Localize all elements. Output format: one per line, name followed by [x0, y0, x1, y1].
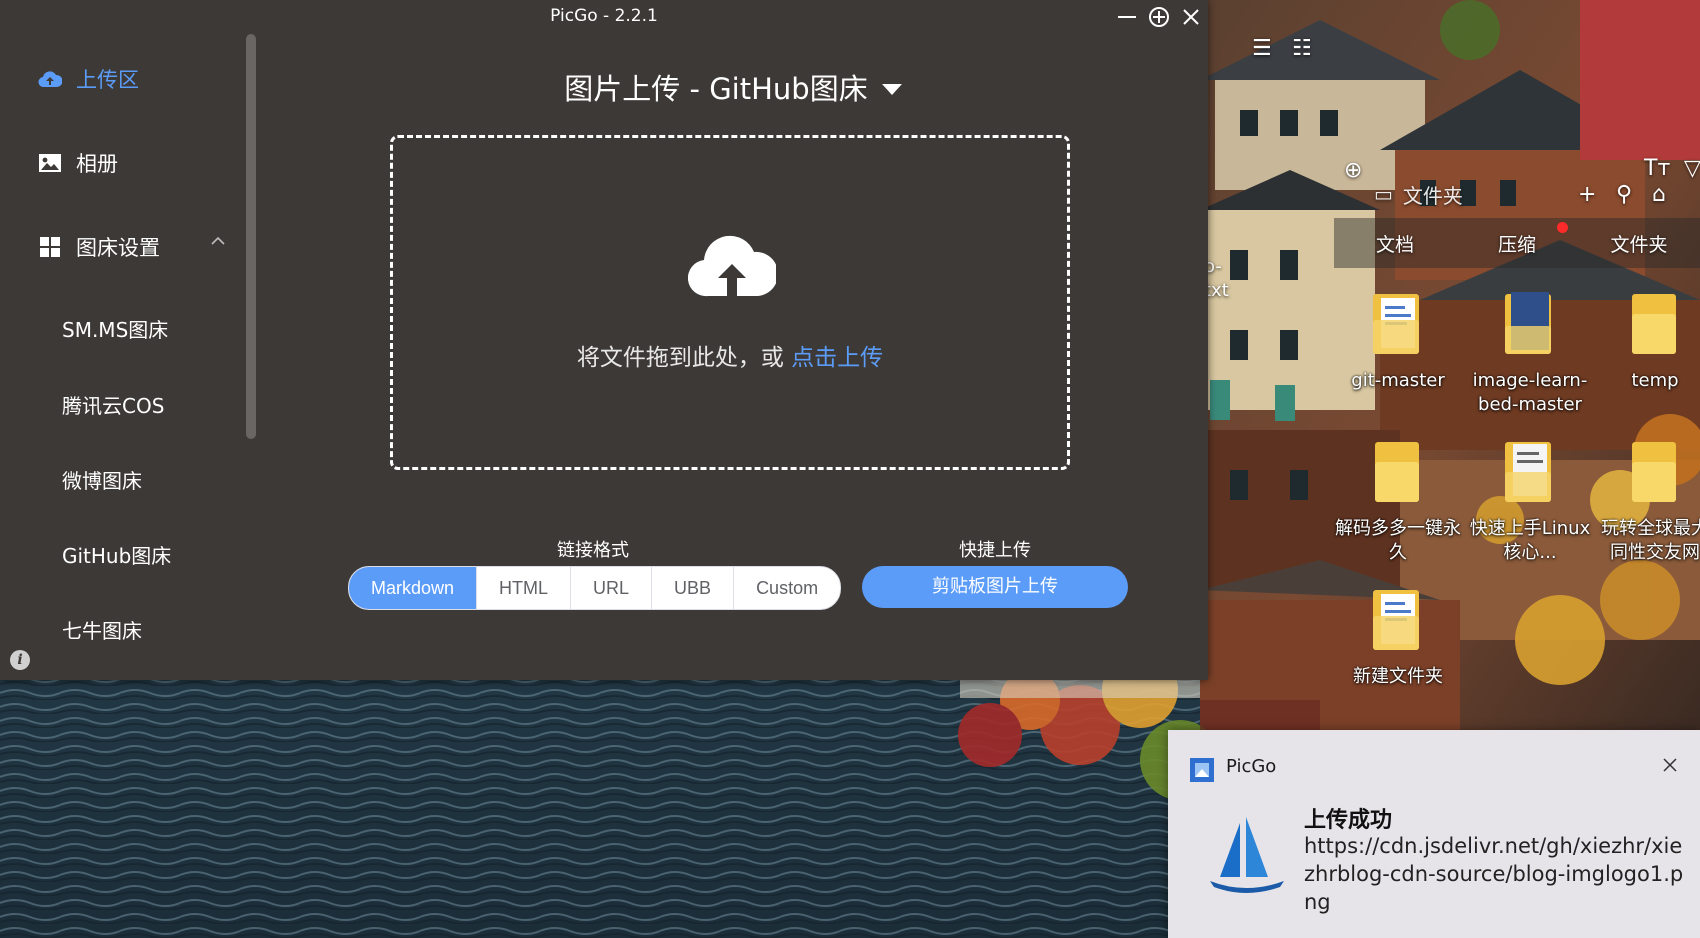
- desktop-folder[interactable]: 新建文件夹: [1334, 586, 1462, 689]
- format-ubb-button[interactable]: UBB: [652, 567, 735, 609]
- sidebar-item-gallery[interactable]: 相册: [38, 148, 118, 178]
- search-icon[interactable]: ⚲: [1616, 184, 1632, 206]
- format-markdown-button[interactable]: Markdown: [349, 567, 478, 609]
- notification-toast[interactable]: PicGo 上传成功 https://cdn.jsdelivr.net/gh/x…: [1168, 730, 1700, 938]
- desktop-folder[interactable]: git-master: [1334, 290, 1462, 393]
- fm-tab-folders[interactable]: 文件夹: [1578, 230, 1700, 257]
- sidebar: [0, 34, 258, 680]
- toast-close-button[interactable]: [1662, 754, 1678, 779]
- image-icon: [38, 151, 62, 175]
- filter-icon[interactable]: ▽: [1684, 158, 1700, 180]
- folder-search-icon: ▭: [1374, 182, 1393, 206]
- minimize-button[interactable]: [1114, 4, 1140, 30]
- cloud-upload-icon: [38, 67, 62, 91]
- plus-circle-icon: [1149, 7, 1169, 27]
- caret-down-icon: [881, 83, 902, 95]
- quick-upload-label: 快捷上传: [959, 540, 1031, 561]
- document-folder-icon: [1373, 590, 1419, 650]
- blue-folder-icon: [1505, 292, 1551, 354]
- desktop-folder[interactable]: 玩转全球最大同性交友网: [1594, 438, 1700, 565]
- picgo-window: PicGo - 2.2.1 上传区 相册 图床设置 SM.MS图床 腾讯云COS…: [0, 0, 1208, 680]
- desktop-folder[interactable]: 快速上手Linux核心...: [1464, 438, 1596, 565]
- close-icon: [1183, 9, 1199, 25]
- folder-search[interactable]: ▭ 文件夹: [1330, 166, 1560, 222]
- page-title: 图片上传 - GitHub图床: [564, 72, 868, 106]
- sidebar-subitem-github[interactable]: GitHub图床: [62, 540, 171, 569]
- document-folder-icon: [1505, 442, 1551, 502]
- desktop-folder-label: 快速上手Linux核心...: [1469, 518, 1591, 563]
- folder-icon: [1375, 442, 1419, 502]
- desktop-folder-label: 玩转全球最大同性交友网: [1601, 518, 1700, 563]
- sidebar-item-label: 图床设置: [76, 236, 160, 260]
- xiezhi-logo: [1210, 817, 1284, 893]
- fm-tab-compressed[interactable]: 压缩: [1456, 221, 1578, 257]
- clipboard-upload-button[interactable]: 剪贴板图片上传: [862, 566, 1128, 608]
- link-format-group: Markdown HTML URL UBB Custom: [348, 566, 842, 610]
- maximize-button[interactable]: [1146, 4, 1172, 30]
- home-icon[interactable]: ⌂: [1652, 184, 1666, 206]
- close-icon: [1663, 758, 1677, 772]
- dropzone-text: 将文件拖到此处，或 点击上传: [393, 338, 1067, 372]
- toast-body: https://cdn.jsdelivr.net/gh/xiezhr/xiezh…: [1304, 834, 1684, 914]
- desktop-folder-label: temp: [1631, 370, 1679, 391]
- desktop-folder-label: image-learn-bed-master: [1472, 370, 1588, 415]
- text-size-icon[interactable]: Tт: [1644, 158, 1670, 180]
- sidebar-subitem-qiniu[interactable]: 七牛图床: [62, 615, 142, 644]
- folder-search-placeholder: 文件夹: [1402, 183, 1463, 208]
- chevron-up-icon[interactable]: [210, 234, 226, 250]
- cloud-upload-icon: [688, 235, 776, 297]
- file-manager-tabs: 文档 压缩 文件夹: [1334, 218, 1700, 268]
- close-button[interactable]: [1178, 4, 1204, 30]
- dropzone-hint: 将文件拖到此处，或: [576, 345, 792, 371]
- click-upload-link[interactable]: 点击上传: [791, 345, 883, 371]
- sidebar-item-picbed-settings[interactable]: 图床设置: [38, 232, 160, 262]
- notification-dot: [1557, 221, 1568, 233]
- grid-icon: [38, 235, 62, 259]
- fm-tab-documents[interactable]: 文档: [1334, 230, 1456, 257]
- sidebar-item-label: 相册: [76, 152, 118, 176]
- desktop-folder-label: 解码多多一键永久: [1335, 518, 1461, 563]
- sidebar-subitem-smms[interactable]: SM.MS图床: [62, 314, 168, 343]
- minimize-icon: [1118, 16, 1136, 18]
- desktop-folder-label: 新建文件夹: [1353, 666, 1443, 687]
- toast-app-name: PicGo: [1226, 756, 1277, 777]
- format-url-button[interactable]: URL: [571, 567, 653, 609]
- sidebar-item-label: 上传区: [76, 68, 139, 92]
- folder-icon: [1632, 442, 1676, 502]
- document-folder-icon: [1373, 294, 1419, 354]
- sidebar-subitem-weibo[interactable]: 微博图床: [62, 465, 142, 494]
- picgo-app-icon: [1190, 758, 1214, 782]
- folder-icon: [1632, 294, 1676, 354]
- sidebar-subitem-tencent-cos[interactable]: 腾讯云COS: [62, 390, 164, 419]
- toast-heading: 上传成功: [1304, 808, 1393, 833]
- desktop-folder[interactable]: temp: [1594, 290, 1700, 393]
- link-format-label: 链接格式: [557, 540, 629, 561]
- desktop-folder-label: git-master: [1351, 370, 1445, 391]
- sort-icon[interactable]: ☰: [1252, 38, 1272, 60]
- list-view-icon[interactable]: ☷: [1292, 38, 1312, 60]
- plus-icon[interactable]: +: [1578, 184, 1596, 206]
- sidebar-scrollbar[interactable]: [246, 34, 256, 439]
- sidebar-item-upload[interactable]: 上传区: [38, 64, 139, 94]
- title-bar[interactable]: PicGo - 2.2.1: [0, 0, 1208, 34]
- window-title: PicGo - 2.2.1: [550, 6, 658, 26]
- desktop-folder[interactable]: 解码多多一键永久: [1334, 438, 1462, 565]
- upload-dropzone[interactable]: 将文件拖到此处，或 点击上传: [390, 135, 1070, 470]
- format-custom-button[interactable]: Custom: [734, 567, 840, 609]
- format-html-button[interactable]: HTML: [477, 567, 572, 609]
- picbed-selector[interactable]: 图片上传 - GitHub图床: [258, 66, 1208, 108]
- desktop-folder[interactable]: image-learn-bed-master: [1464, 290, 1596, 417]
- info-icon[interactable]: i: [10, 650, 30, 670]
